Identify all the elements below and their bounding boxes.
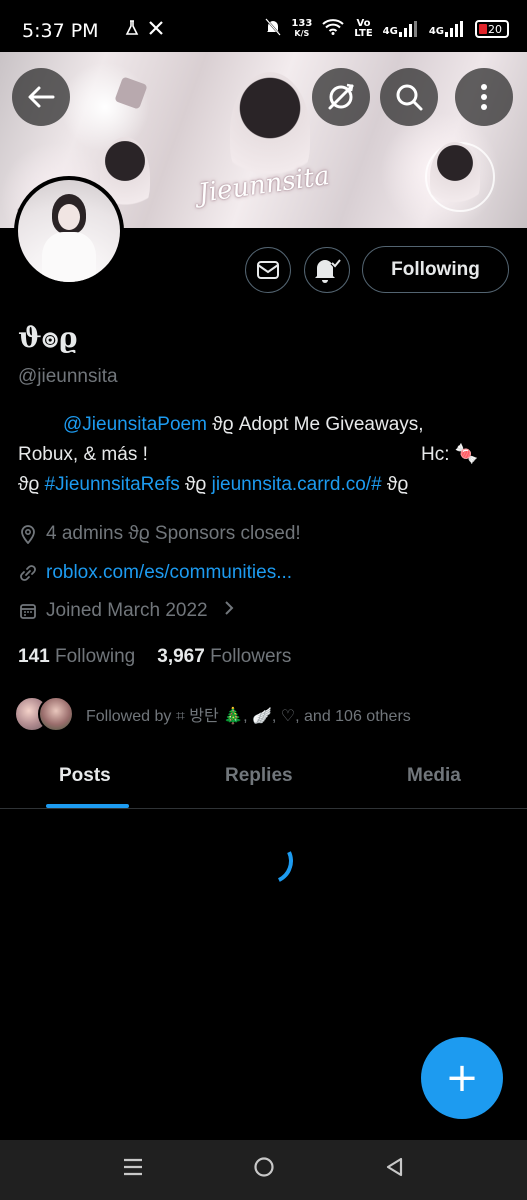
system-nav-bar [0, 1140, 527, 1200]
flask-icon [125, 20, 139, 41]
bio-line-3-mid: ϑϱ [179, 474, 212, 495]
handle: @jieunnsita [18, 366, 118, 387]
net-speed: 133 K/S [291, 19, 312, 39]
status-time: 5:37 PM [22, 20, 99, 42]
avatar-face [58, 204, 80, 230]
active-tab-indicator [46, 804, 129, 808]
message-button[interactable] [245, 247, 291, 293]
signal-bars-1-icon [398, 21, 419, 37]
volte-bottom: LTE [354, 28, 373, 39]
circle-home-icon [254, 1157, 274, 1177]
bell-check-icon [315, 258, 341, 283]
bio: @JieunsitaPoem ϑϱ Adopt Me Giveaways, Ro… [18, 410, 513, 500]
following-stat[interactable]: 141 Following [18, 646, 135, 668]
bio-line-3: ϑϱ #JieunnsitaRefs ϑϱ jieunnsita.carrd.c… [18, 470, 513, 500]
home-button[interactable] [253, 1156, 275, 1182]
bio-line-3-prefix: ϑϱ [18, 474, 45, 495]
recent-apps-button[interactable] [122, 1156, 144, 1182]
dnd-bell-off-icon [265, 18, 282, 40]
tab-media[interactable]: Media [407, 765, 461, 787]
tab-posts[interactable]: Posts [59, 765, 111, 787]
joined-text: Joined March 2022 [46, 600, 208, 621]
follow-stats: 141 Following 3,967 Followers [18, 646, 291, 668]
avatar-image [18, 180, 120, 282]
bio-url-link[interactable]: jieunnsita.carrd.co/# [212, 474, 382, 495]
search-button[interactable] [380, 68, 438, 126]
avatar-dress [42, 232, 96, 282]
chevron-right-icon [224, 600, 234, 622]
display-name: ϑ๏ϱ [18, 321, 78, 354]
bio-line-2: Robux, & más ! Hc: 🍬 [18, 440, 513, 470]
notifications-button[interactable] [304, 247, 350, 293]
volte-indicator: Vo LTE [354, 19, 372, 39]
bio-line-2-right: Hc: 🍬 [421, 444, 479, 465]
location-row: 4 admins ϑϱ Sponsors closed! [18, 523, 301, 545]
followed-by-row[interactable]: Followed by ⌗ 방탄 🎄, 🪽, ♡, and 106 others [14, 696, 411, 732]
status-bar: 5:37 PM 133 K/S Vo LTE 4G 4G 20 [0, 0, 527, 52]
battery-level: 20 [488, 22, 502, 36]
following-label: Following [54, 646, 136, 667]
back-nav-button[interactable] [384, 1156, 404, 1182]
signal-bars-2-icon [445, 21, 465, 37]
tab-replies[interactable]: Replies [225, 765, 293, 787]
bio-line-1: @JieunsitaPoem ϑϱ Adopt Me Giveaways, [18, 410, 513, 440]
profile-tabs: Posts Replies Media [0, 745, 527, 809]
sync-off-icon [328, 83, 354, 110]
bio-mention-link[interactable]: @JieunsitaPoem [63, 414, 207, 435]
location-text: 4 admins ϑϱ Sponsors closed! [46, 523, 301, 544]
bio-line-2-left: Robux, & más ! [18, 444, 148, 465]
joined-row[interactable]: Joined March 2022 [18, 600, 234, 622]
website-link[interactable]: roblox.com/es/communities... [46, 562, 292, 584]
followers-count: 3,967 [157, 646, 205, 667]
net-speed-unit: K/S [294, 29, 310, 38]
bio-line-1-text: ϑϱ Adopt Me Giveaways, [206, 414, 424, 435]
loading-spinner [240, 831, 300, 891]
signal-1: 4G [383, 21, 419, 37]
back-button[interactable] [12, 68, 70, 126]
signal-2: 4G [429, 21, 465, 37]
network-type-1: 4G [382, 26, 398, 37]
profile-avatar[interactable] [14, 176, 124, 286]
network-type-2: 4G [428, 26, 444, 37]
arrow-left-icon [28, 86, 55, 108]
bio-hashtag-link[interactable]: #JieunnsitaRefs [45, 474, 180, 495]
banner-photo-right [430, 142, 480, 212]
location-pin-icon [18, 524, 38, 544]
more-options-button[interactable] [455, 68, 513, 126]
menu-lines-icon [124, 1158, 142, 1176]
bio-line-3-suffix: ϑϱ [381, 474, 409, 495]
battery-icon: 20 [475, 20, 509, 38]
plus-icon: + [445, 1055, 479, 1101]
sync-button[interactable] [312, 68, 370, 126]
more-vertical-icon [481, 84, 487, 110]
wifi-icon [322, 19, 344, 39]
search-icon [396, 84, 423, 111]
net-speed-value: 133 [291, 18, 313, 29]
following-count: 141 [18, 646, 50, 667]
mail-icon [257, 261, 279, 279]
followers-label: Followers [210, 646, 292, 667]
x-logo-icon [148, 20, 164, 41]
followers-stat[interactable]: 3,967 Followers [157, 646, 291, 668]
followed-by-text: Followed by ⌗ 방탄 🎄, 🪽, ♡, and 106 others [86, 708, 411, 725]
follower-avatar-2 [38, 696, 74, 732]
website-row[interactable]: roblox.com/es/communities... [18, 562, 292, 584]
link-icon [18, 563, 38, 583]
status-right-cluster: 133 K/S Vo LTE 4G 4G 20 [265, 18, 509, 40]
compose-button[interactable]: + [421, 1037, 503, 1119]
triangle-back-icon [386, 1157, 403, 1177]
following-button[interactable]: Following [362, 246, 509, 293]
calendar-icon [18, 601, 38, 621]
